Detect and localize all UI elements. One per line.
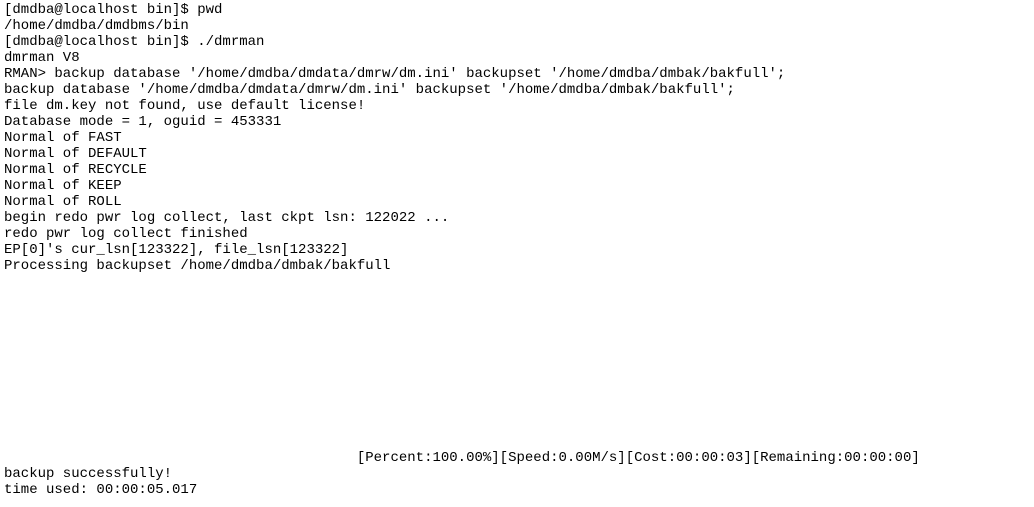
terminal-output: [dmdba@localhost bin]$ pwd /home/dmdba/d… (0, 0, 1034, 500)
line: RMAN> backup database '/home/dmdba/dmdat… (4, 66, 785, 82)
line: time used: 00:00:05.017 (4, 482, 197, 498)
line: Normal of DEFAULT (4, 146, 147, 162)
line: Normal of RECYCLE (4, 162, 147, 178)
line: backup database '/home/dmdba/dmdata/dmrw… (4, 82, 735, 98)
line: Normal of ROLL (4, 194, 122, 210)
line: [dmdba@localhost bin]$ pwd (4, 2, 222, 18)
line: Database mode = 1, oguid = 453331 (4, 114, 281, 130)
line: Normal of KEEP (4, 178, 122, 194)
line: Normal of FAST (4, 130, 122, 146)
line: [Percent:100.00%][Speed:0.00M/s][Cost:00… (4, 450, 920, 466)
line: begin redo pwr log collect, last ckpt ls… (4, 210, 449, 226)
line: dmrman V8 (4, 50, 80, 66)
line: Processing backupset /home/dmdba/dmbak/b… (4, 258, 390, 274)
line: /home/dmdba/dmdbms/bin (4, 18, 189, 34)
line: [dmdba@localhost bin]$ ./dmrman (4, 34, 264, 50)
line: backup successfully! (4, 466, 172, 482)
line: redo pwr log collect finished (4, 226, 248, 242)
line: file dm.key not found, use default licen… (4, 98, 365, 114)
line: EP[0]'s cur_lsn[123322], file_lsn[123322… (4, 242, 348, 258)
